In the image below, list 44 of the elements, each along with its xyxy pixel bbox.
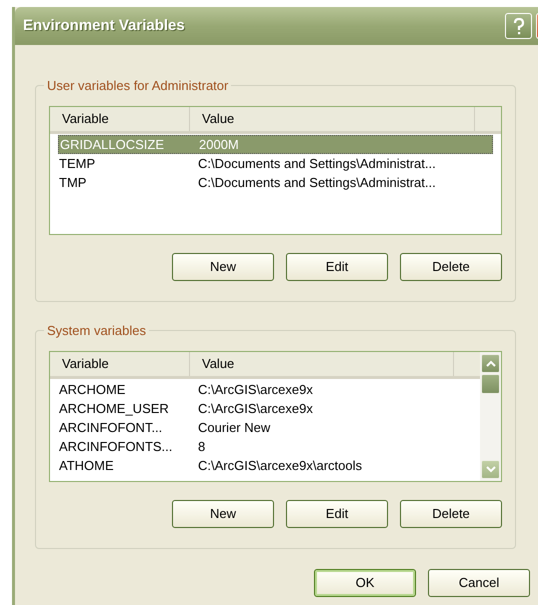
variable-name: TMP	[58, 174, 88, 192]
list-row[interactable]: ARCINFOFONT... Courier New	[58, 418, 472, 437]
chevron-down-icon	[486, 466, 496, 473]
list-row[interactable]: ARCHOME_USER C:\ArcGIS\arcexe9x	[58, 399, 472, 418]
variable-name: TEMP	[58, 154, 96, 173]
variable-value: 2000M	[199, 136, 239, 154]
scroll-up-button[interactable]	[481, 354, 500, 373]
variable-value: 8	[198, 438, 206, 456]
action-button[interactable]: New	[172, 500, 274, 528]
column-header[interactable]: Variable	[50, 352, 190, 376]
variable-value: C:\ArcGIS\arcexe9x\arctools	[198, 456, 362, 475]
variable-value: C:\ArcGIS\arcexe9x	[198, 400, 313, 418]
list-row[interactable]: TEMP C:\Documents and Settings\Administrat...	[58, 154, 493, 173]
chevron-up-icon	[486, 360, 496, 367]
variable-value: C:\Documents and Settings\Administrat...	[198, 154, 436, 173]
action-button[interactable]: Delete	[400, 500, 502, 528]
action-button[interactable]: New	[172, 253, 274, 281]
scroll-thumb[interactable]	[481, 374, 500, 394]
help-button[interactable]	[505, 13, 532, 39]
variable-name: ATHOME	[58, 456, 115, 475]
list-row[interactable]: TMP C:\Documents and Settings\Administrat...	[58, 173, 493, 192]
scroll-down-button[interactable]	[481, 460, 500, 479]
action-button[interactable]: Edit	[286, 500, 388, 528]
variable-value: C:\Documents and Settings\Administrat...	[198, 174, 436, 192]
list-row[interactable]: ARCHOME C:\ArcGIS\arcexe9x	[58, 380, 472, 399]
column-header[interactable]: Value	[190, 107, 475, 131]
list-row[interactable]: ATHOME C:\ArcGIS\arcexe9x\arctools	[58, 456, 472, 475]
column-header[interactable]: Variable	[50, 107, 190, 131]
help-icon	[512, 18, 524, 34]
dialog-button[interactable]: OK	[314, 569, 416, 597]
column-header[interactable]: Value	[190, 352, 454, 376]
variable-name: ARCHOME	[58, 380, 126, 399]
variable-name: ARCINFOFONT...	[58, 418, 164, 437]
dialog-button[interactable]: Cancel	[428, 569, 530, 597]
action-button[interactable]: Delete	[400, 253, 502, 281]
action-button[interactable]: Edit	[286, 253, 388, 281]
variable-name: GRIDALLOCSIZE	[59, 136, 166, 154]
variable-name: ARCINFOFONTS...	[58, 438, 174, 456]
variable-value: C:\ArcGIS\arcexe9x	[198, 380, 313, 399]
variable-value: Courier New	[198, 418, 270, 437]
list-row[interactable]: ARCINFOFONTS... 8	[58, 437, 472, 456]
scrollbar[interactable]	[480, 352, 501, 481]
window-title: Environment Variables	[23, 16, 186, 36]
variable-name: ARCHOME_USER	[58, 400, 170, 418]
